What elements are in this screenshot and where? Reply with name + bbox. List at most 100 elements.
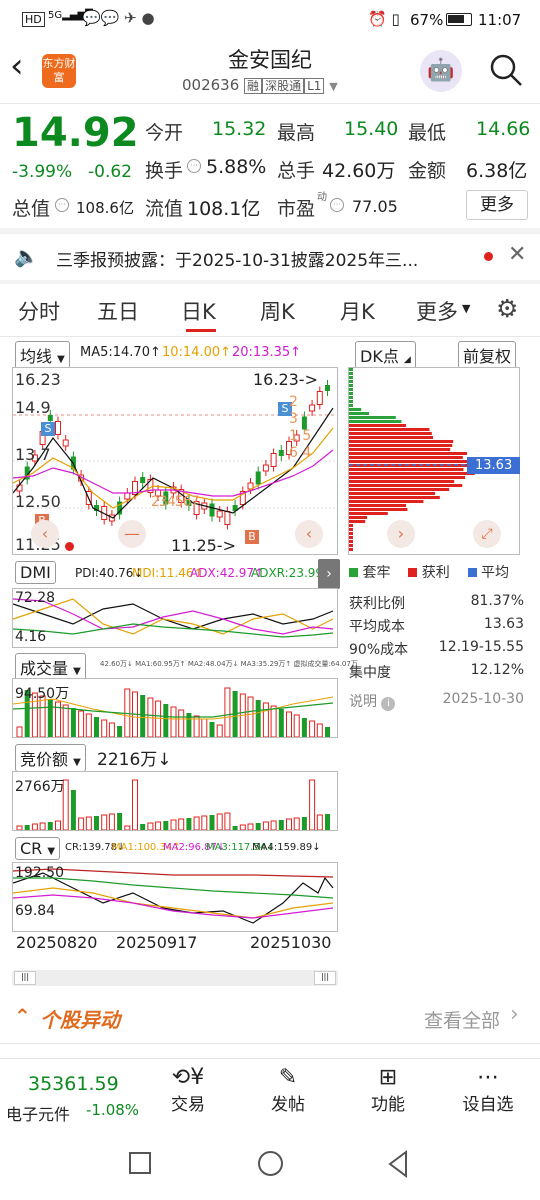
- zoom-out-icon[interactable]: —: [118, 520, 146, 548]
- chip-bar: [349, 468, 464, 471]
- volume-readout: 42.60万↓ MA1:60.95万↑ MA2:48.04万↓ MA3:35.2…: [100, 660, 358, 668]
- open-value: 15.32: [212, 118, 267, 140]
- nav-functions[interactable]: ⊞ 功能: [353, 1065, 423, 1115]
- stock-header: ‹ 东方财富 金安国纪 002636 融深股通 L1 ▼ 🤖: [0, 40, 540, 102]
- chip-chart[interactable]: 13.63 › ⤢: [348, 367, 521, 555]
- nav-trade[interactable]: ⟲¥ 交易: [153, 1065, 223, 1115]
- news-section-header[interactable]: ⌃ 个股异动 查看全部 ›: [0, 996, 540, 1040]
- pe-value: 77.05: [352, 197, 398, 216]
- chip-note[interactable]: 说明 i 2025-10-30: [349, 691, 524, 711]
- tab-weekly-k[interactable]: 周K: [260, 296, 295, 326]
- range-slider[interactable]: ||| |||: [12, 970, 338, 986]
- buy-signal-icon[interactable]: B: [245, 530, 259, 544]
- nav-add-watchlist[interactable]: ⋯ 设自选: [453, 1065, 523, 1115]
- info-dots-icon[interactable]: ···: [187, 159, 201, 173]
- ma10-readout: 10:14.00↑: [162, 345, 232, 360]
- chevron-right-icon[interactable]: ›: [387, 520, 415, 548]
- ma-selector[interactable]: 均线 ▼: [15, 341, 70, 369]
- tab-monthly-k[interactable]: 月K: [340, 296, 375, 326]
- volume-bar: [70, 708, 76, 737]
- gear-icon[interactable]: ⚙: [496, 294, 518, 323]
- chip-bar: [349, 500, 424, 503]
- candle: [224, 511, 231, 525]
- tab-more[interactable]: 更多: [416, 296, 458, 326]
- chevron-left-icon[interactable]: ‹: [31, 520, 59, 548]
- dmi-chart[interactable]: 72.28 4.16: [12, 588, 338, 648]
- volume-chart[interactable]: 94.50万: [12, 678, 338, 738]
- index-value[interactable]: 35361.59: [28, 1073, 119, 1095]
- tab-intraday[interactable]: 分时: [18, 296, 60, 326]
- chip-legend: 套牢 获利 平均: [349, 562, 509, 582]
- pe-sup: 动: [317, 192, 327, 203]
- cr-selector[interactable]: CR ▼: [15, 837, 61, 860]
- expand-icon[interactable]: ⤢: [473, 520, 501, 548]
- kline-chart[interactable]: 16.23 14.9 13.7 12.50 11.25 16.23-> 11.2…: [12, 367, 338, 555]
- close-icon[interactable]: ✕: [508, 242, 526, 267]
- candle: [255, 471, 261, 485]
- auction-bar: [31, 823, 38, 831]
- y-label-top: 16.23: [15, 370, 61, 389]
- dmi-y-bottom: 4.16: [15, 629, 47, 645]
- dmi-selector[interactable]: DMI: [15, 561, 56, 584]
- more-button[interactable]: 更多: [466, 190, 528, 220]
- chevron-right-icon[interactable]: ›: [510, 1002, 519, 1027]
- chip-bar: [349, 528, 353, 531]
- amount-value: 6.38亿: [466, 160, 528, 182]
- volume-bar: [108, 722, 115, 738]
- last-price: 14.92: [12, 110, 139, 156]
- info-dots-icon[interactable]: ···: [55, 198, 69, 212]
- bottom-nav: 35361.59 电子元件 -1.08% ⟲¥ 交易 ✎ 发帖 ⊞ 功能 ⋯ 设自选: [0, 1058, 540, 1130]
- auction-bar: [24, 825, 30, 830]
- volume-selector[interactable]: 成交量 ▼: [15, 653, 86, 681]
- view-all-link[interactable]: 查看全部: [424, 1006, 500, 1033]
- chevron-down-icon[interactable]: ▼: [462, 302, 470, 315]
- chip-bar: [349, 440, 454, 443]
- auction-bar: [85, 816, 92, 831]
- cr-ma4-readout: MA4:159.89↓: [252, 842, 321, 853]
- tab-five-day[interactable]: 五日: [97, 296, 139, 326]
- recents-icon[interactable]: [129, 1152, 151, 1174]
- chip-bar: [349, 504, 406, 507]
- event-dot[interactable]: [65, 542, 74, 551]
- range-handle-left[interactable]: |||: [14, 971, 36, 985]
- chip-bar: [349, 476, 466, 479]
- search-icon[interactable]: [488, 52, 524, 88]
- chip-bar: [349, 532, 353, 535]
- chevron-right-icon[interactable]: ›: [318, 559, 340, 589]
- chip-bar: [349, 384, 353, 387]
- volume-bar: [278, 709, 284, 737]
- auction-bar: [16, 825, 23, 831]
- range-handle-right[interactable]: |||: [314, 971, 336, 985]
- volume-bar: [47, 699, 53, 737]
- chip-bar: [349, 472, 475, 475]
- info-dots-icon[interactable]: ···: [330, 198, 344, 212]
- nav-post[interactable]: ✎ 发帖: [253, 1065, 323, 1115]
- auction-chart[interactable]: 2766万: [12, 771, 338, 831]
- ma-selector-label: 均线: [20, 347, 53, 366]
- volume-bar: [209, 722, 215, 737]
- volume-bar: [286, 711, 292, 738]
- quote-panel: 14.92 -3.99% -0.62 今开 15.32 最高 15.40 最低 …: [0, 104, 540, 228]
- volume-bar: [117, 726, 123, 737]
- notice-bar[interactable]: 🔈 三季报预披露：于2025-10-31披露2025年三... ✕: [0, 234, 540, 280]
- status-bar: HD 5G▂▄▆█ 💬💬 ✈ ● ⏰ ▯ 67% 11:07: [0, 0, 540, 40]
- index-pct: -1.08%: [86, 1101, 140, 1119]
- adjust-button[interactable]: 前复权: [458, 341, 517, 369]
- edit-icon: ✎: [278, 1065, 298, 1090]
- amount-label: 金额: [408, 160, 447, 182]
- chip-bar: [349, 416, 396, 419]
- dk-selector[interactable]: DK点 ◢: [355, 341, 416, 369]
- chevron-down-icon[interactable]: ▼: [329, 80, 337, 93]
- back-nav-icon[interactable]: [386, 1150, 410, 1178]
- chip-bar: [349, 464, 471, 467]
- home-icon[interactable]: [258, 1151, 283, 1176]
- badge-l1: L1: [304, 78, 325, 94]
- cr-chart[interactable]: 192.50 69.84: [12, 862, 338, 932]
- sell-signal-icon[interactable]: S: [41, 422, 55, 436]
- active-tab-indicator: [186, 329, 216, 332]
- robot-avatar-icon[interactable]: 🤖: [420, 50, 462, 92]
- index-name[interactable]: 电子元件: [6, 1101, 70, 1125]
- chevron-left-icon[interactable]: ‹: [295, 520, 323, 548]
- tab-daily-k[interactable]: 日K: [181, 296, 216, 326]
- auction-selector[interactable]: 竞价额 ▼: [15, 744, 86, 772]
